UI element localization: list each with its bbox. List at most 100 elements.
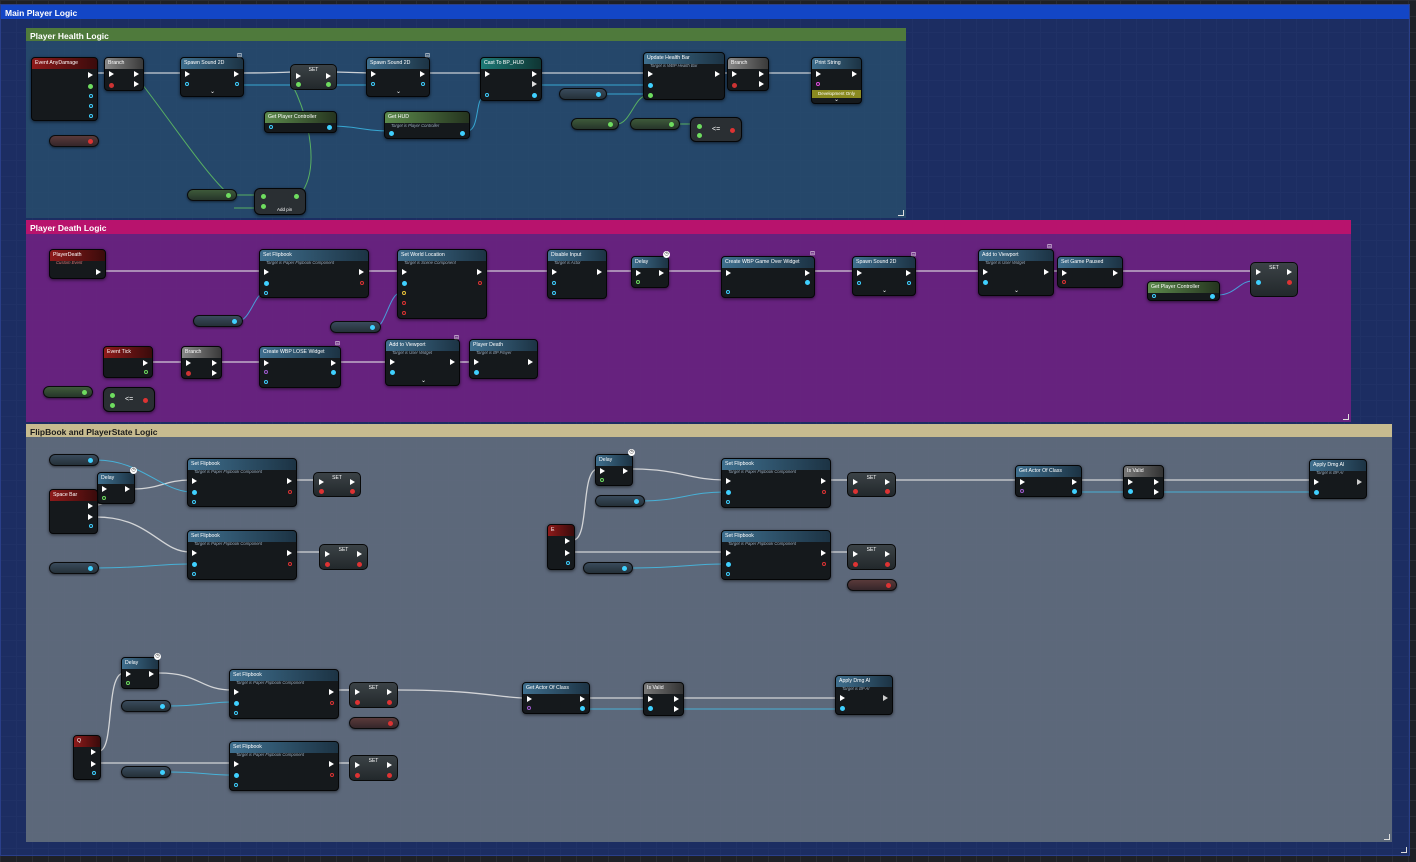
node-set-flipbook-3[interactable]: Set Flipbook Target is Paper Flipbook Co… [187, 530, 297, 580]
node-set-variable-5[interactable]: SET [847, 472, 896, 497]
node-event-key-e[interactable]: E [547, 524, 575, 570]
exec-in-pin[interactable] [552, 269, 557, 275]
data-pin[interactable] [126, 681, 130, 685]
data-pin[interactable] [110, 403, 115, 408]
data-pin[interactable] [421, 82, 425, 86]
node-get-actor-of-class-2[interactable]: Get Actor Of Class [522, 682, 590, 714]
exec-out-pin[interactable] [1044, 269, 1049, 275]
data-pin[interactable] [697, 124, 702, 129]
data-pin[interactable] [648, 93, 653, 98]
exec-out-pin[interactable] [1113, 270, 1118, 276]
chevron-down-icon[interactable]: ⌄ [421, 377, 426, 384]
variable-get-node[interactable] [49, 562, 99, 574]
node-add[interactable]: Add pin [254, 188, 306, 215]
data-pin[interactable] [325, 562, 330, 567]
exec-out-pin[interactable] [821, 478, 826, 484]
node-event-anydamage[interactable]: Event AnyDamage [31, 57, 98, 121]
exec-out-pin[interactable] [565, 550, 570, 556]
exec-out-pin[interactable] [326, 73, 331, 79]
data-pin[interactable] [389, 131, 394, 136]
node-set-variable-4[interactable]: SET [319, 544, 368, 570]
data-pin[interactable] [235, 82, 239, 86]
node-set-flipbook-2[interactable]: Set Flipbook Target is Paper Flipbook Co… [187, 458, 297, 507]
data-pin[interactable] [1072, 489, 1077, 494]
data-pin[interactable] [89, 524, 93, 528]
exec-in-pin[interactable] [853, 551, 858, 557]
data-pin[interactable] [1128, 489, 1133, 494]
exec-in-pin[interactable] [636, 270, 641, 276]
data-pin[interactable] [1020, 489, 1024, 493]
exec-out-pin[interactable] [287, 550, 292, 556]
exec-in-pin[interactable] [726, 478, 731, 484]
exec-in-pin[interactable] [185, 71, 190, 77]
data-pin[interactable] [853, 562, 858, 567]
exec-in-pin[interactable] [186, 360, 191, 366]
data-pin[interactable] [261, 194, 266, 199]
data-pin[interactable] [192, 500, 196, 504]
exec-out-pin[interactable] [1287, 269, 1292, 275]
data-pin[interactable] [636, 280, 640, 284]
node-less-equal-2[interactable]: <= [103, 387, 155, 412]
exec-out-pin[interactable] [674, 696, 679, 702]
data-pin[interactable] [853, 489, 858, 494]
node-branch-2[interactable]: Branch [727, 57, 769, 91]
node-event-space-bar[interactable]: Space Bar [49, 489, 98, 534]
false-pin[interactable] [212, 370, 217, 376]
exec-out-pin[interactable] [659, 270, 664, 276]
exec-out-pin[interactable] [96, 269, 101, 275]
exec-out-pin[interactable] [450, 359, 455, 365]
node-delay-3[interactable]: Delay [595, 454, 633, 486]
node-is-valid-2[interactable]: Is Valid [643, 682, 684, 716]
add-pin-label[interactable]: Add pin [277, 207, 292, 212]
data-pin[interactable] [390, 370, 395, 375]
data-pin[interactable] [648, 83, 653, 88]
data-pin[interactable] [387, 773, 392, 778]
exec-in-pin[interactable] [264, 360, 269, 366]
exec-out-pin[interactable] [906, 270, 911, 276]
variable-get-node[interactable] [559, 88, 607, 100]
exec-in-pin[interactable] [234, 761, 239, 767]
node-set-world-location[interactable]: Set World Location Target is Scene Compo… [397, 249, 487, 319]
variable-get-node[interactable] [49, 135, 99, 147]
data-pin[interactable] [857, 281, 861, 285]
node-set-variable-6[interactable]: SET [847, 544, 896, 570]
data-pin[interactable] [1287, 280, 1292, 285]
data-pin[interactable] [355, 773, 360, 778]
data-pin[interactable] [532, 93, 537, 98]
data-pin[interactable] [294, 194, 299, 199]
chevron-down-icon[interactable]: ⌄ [210, 88, 215, 95]
blueprint-graph-canvas[interactable]: Main Player Logic Player Health Logic Pl… [0, 0, 1416, 862]
node-disable-input[interactable]: Disable Input Target is Actor [547, 249, 607, 299]
variable-get-node[interactable] [187, 189, 237, 201]
data-pin[interactable] [1314, 490, 1319, 495]
data-pin[interactable] [330, 701, 334, 705]
exec-in-pin[interactable] [371, 71, 376, 77]
node-set-flipbook-5[interactable]: Set Flipbook Target is Paper Flipbook Co… [721, 530, 831, 580]
exec-out-pin[interactable] [623, 468, 628, 474]
data-pin[interactable] [885, 562, 890, 567]
exec-in-pin[interactable] [126, 671, 131, 677]
data-pin[interactable] [726, 490, 731, 495]
variable-get-node[interactable] [43, 386, 93, 398]
data-pin[interactable] [907, 281, 911, 285]
exec-out-pin[interactable] [143, 360, 148, 366]
chevron-down-icon[interactable]: ⌄ [834, 96, 839, 103]
data-pin[interactable] [387, 700, 392, 705]
resize-grip-icon[interactable] [1401, 847, 1407, 853]
node-branch-3[interactable]: Branch [181, 346, 222, 379]
data-pin[interactable] [460, 131, 465, 136]
exec-out-pin[interactable] [359, 269, 364, 275]
data-pin[interactable] [261, 204, 266, 209]
exec-out-pin[interactable] [852, 71, 857, 77]
data-pin[interactable] [566, 561, 570, 565]
exec-out-pin[interactable] [88, 514, 93, 520]
data-pin[interactable] [89, 114, 93, 118]
exec-out-pin[interactable] [885, 479, 890, 485]
data-pin[interactable] [296, 82, 301, 87]
variable-get-node[interactable] [595, 495, 645, 507]
exec-in-pin[interactable] [474, 359, 479, 365]
data-pin[interactable] [88, 84, 93, 89]
variable-get-node[interactable] [630, 118, 680, 130]
data-pin[interactable] [527, 706, 531, 710]
exec-out-pin[interactable] [350, 479, 355, 485]
